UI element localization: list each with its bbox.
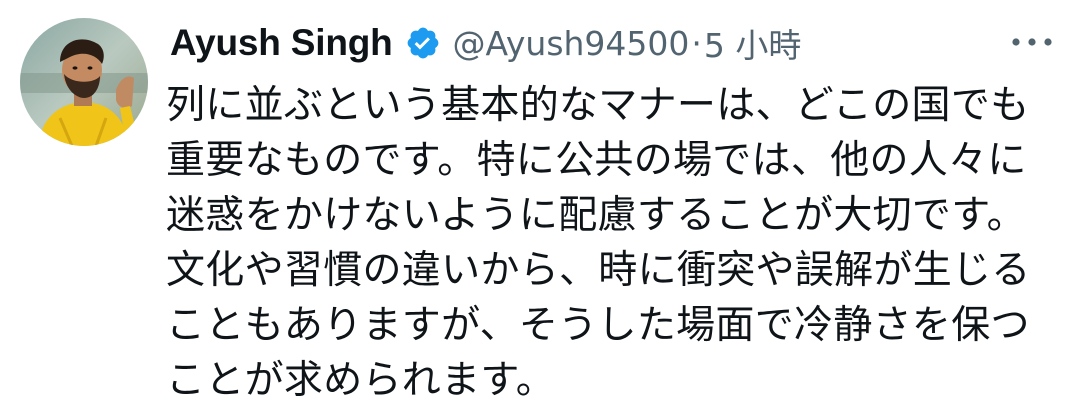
timestamp[interactable]: 5 小時 (704, 19, 802, 67)
more-horizontal-icon (1012, 38, 1052, 46)
display-name[interactable]: Ayush Singh (170, 22, 393, 64)
verified-badge-icon[interactable] (405, 25, 441, 61)
tweet-header: Ayush Singh @Ayush94500 · 5 小時 (170, 18, 801, 68)
separator-dot: · (691, 23, 702, 63)
more-options-button[interactable] (1004, 24, 1060, 60)
avatar[interactable] (20, 18, 148, 146)
user-handle[interactable]: @Ayush94500 (453, 24, 690, 63)
tweet-text: 列に並ぶという基本的なマナーは、どこの国でも重要なものです。特に公共の場では、他… (166, 83, 1031, 403)
tweet-card[interactable]: Ayush Singh @Ayush94500 · 5 小時 列に並ぶという基本… (0, 0, 1080, 420)
